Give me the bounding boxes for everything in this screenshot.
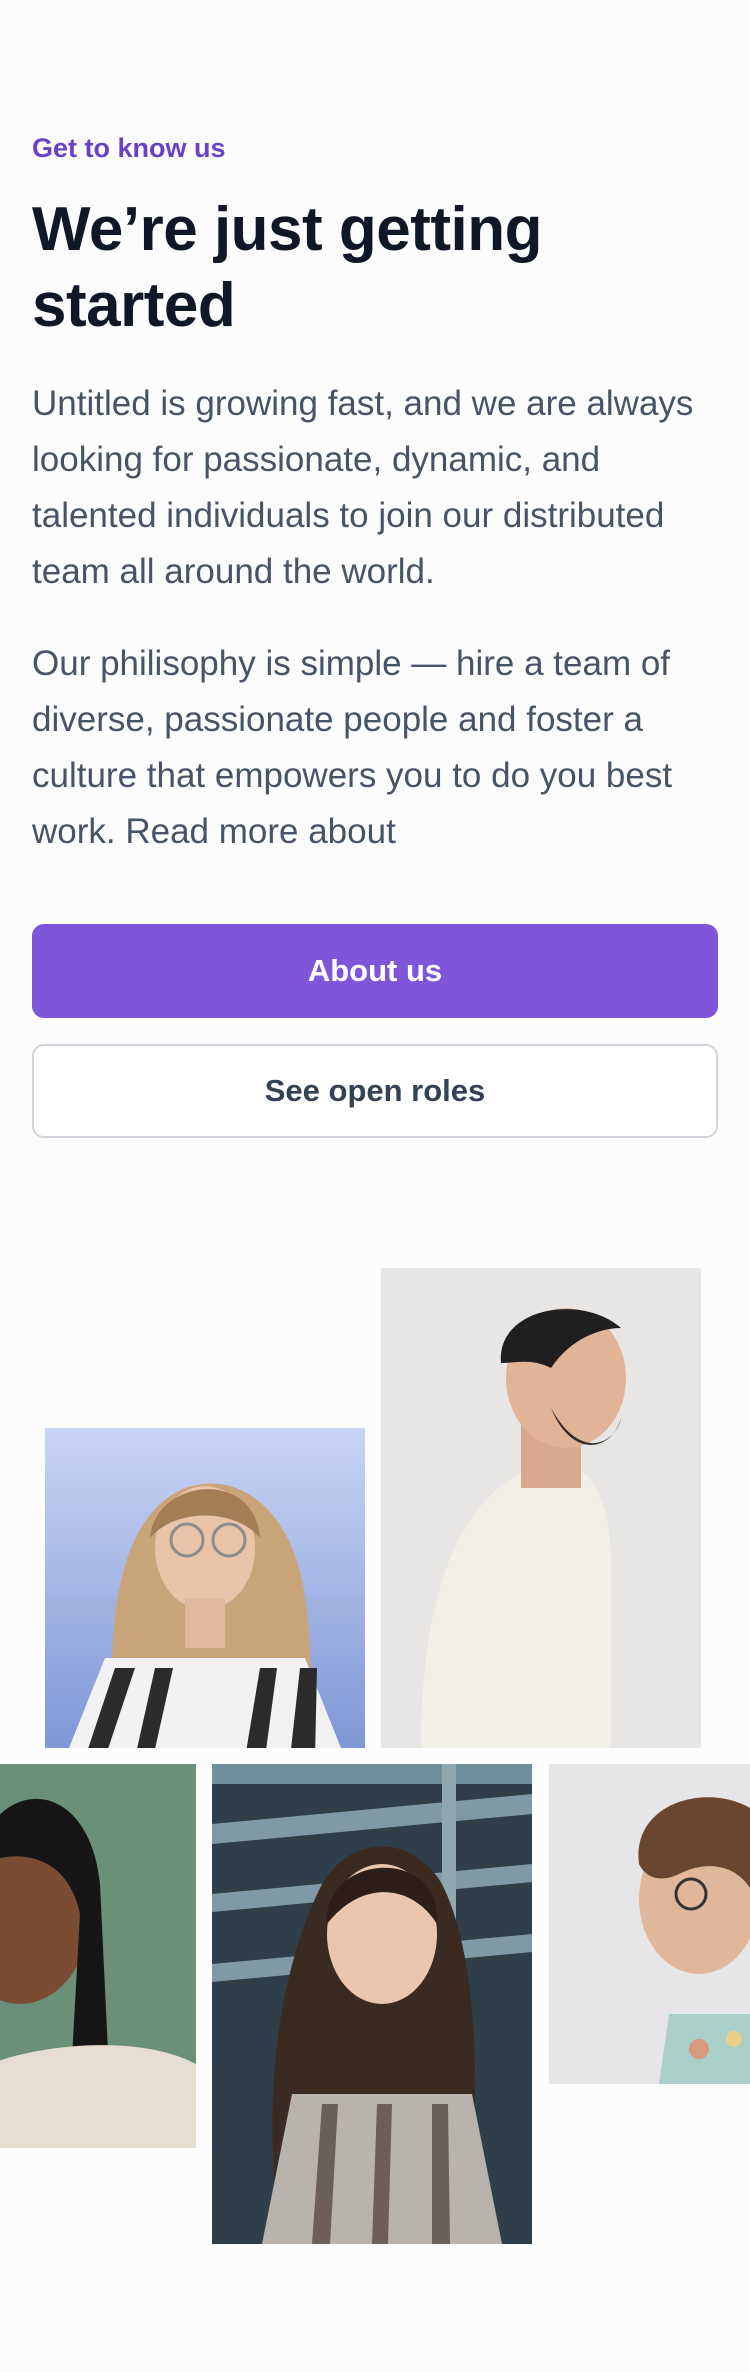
woman-with-braids-photo bbox=[0, 1764, 196, 2148]
intro-paragraph: Untitled is growing fast, and we are alw… bbox=[32, 384, 694, 591]
about-us-button[interactable]: About us bbox=[32, 924, 718, 1018]
see-open-roles-button[interactable]: See open roles bbox=[32, 1044, 718, 1138]
woman-by-stairs-photo bbox=[212, 1764, 532, 2244]
section-eyebrow: Get to know us bbox=[32, 133, 226, 163]
man-in-profile-photo bbox=[381, 1268, 701, 1748]
man-with-curly-hair-photo bbox=[549, 1764, 750, 2084]
woman-with-glasses-photo bbox=[45, 1428, 365, 1748]
philosophy-paragraph: Our philisophy is simple — hire a team o… bbox=[32, 644, 673, 851]
page-title: We’re just getting started bbox=[32, 195, 543, 340]
